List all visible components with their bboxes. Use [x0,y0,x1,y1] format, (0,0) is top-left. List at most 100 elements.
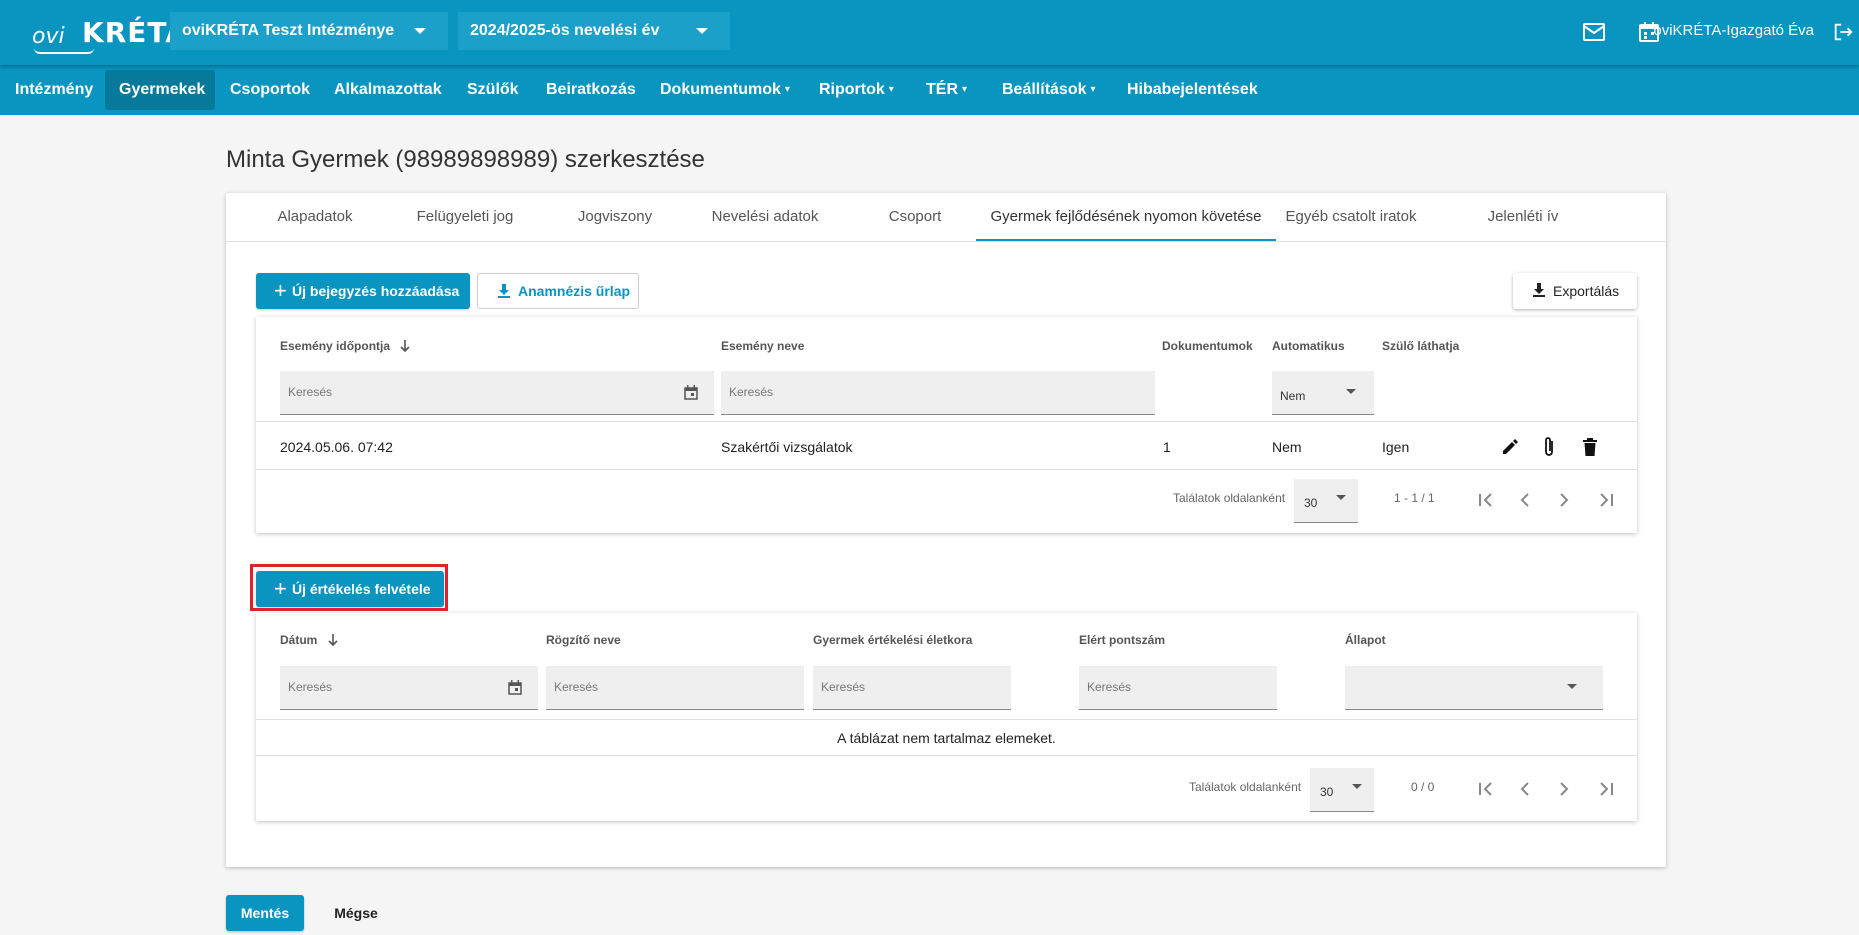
tab-fejlodes[interactable]: Gyermek fejlődésének nyomon követése [976,193,1276,241]
nav-item-beallitasok[interactable]: Beállítások ▾ [988,70,1110,110]
paperclip-icon[interactable] [1542,435,1556,459]
anamnesis-form-button[interactable]: Anamnézis űrlap [477,273,639,309]
logout-icon[interactable] [1832,20,1854,44]
events-grid: Esemény időpontja Esemény neve Dokumentu… [256,317,1637,533]
nav-item-hibabejelentesek[interactable]: Hibabejelentések [1113,70,1272,110]
page-size-label: Találatok oldalanként [1173,491,1286,505]
user-name[interactable]: oviKRÉTA-Igazgató Éva [1653,22,1814,39]
nav-label: Gyermekek [119,81,206,98]
tab-felugyeleti-jog[interactable]: Felügyeleti jog [390,193,540,241]
col-eval-date[interactable]: Dátum [280,633,339,647]
nav-label: Beállítások [1002,81,1087,98]
row-automatic: Nem [1272,439,1302,455]
page-size-value: 30 [1320,785,1334,799]
filter-value: Nem [1280,389,1306,403]
col-score[interactable]: Elért pontszám [1079,633,1165,647]
tab-jelenleti-iv[interactable]: Jelenléti ív [1448,193,1598,241]
anamnesis-label: Anamnézis űrlap [518,283,631,299]
col-parent-visible[interactable]: Szülő láthatja [1382,339,1459,353]
arrow-down-icon [328,634,338,647]
school-year-select[interactable]: 2024/2025-ös nevelési év [458,12,730,50]
col-label: Dátum [280,633,318,647]
score-filter[interactable]: Keresés [1079,666,1277,710]
last-page-icon[interactable] [1596,493,1614,507]
nav-label: Riportok [819,81,885,98]
event-date-filter[interactable]: Keresés [280,371,714,415]
nav-item-riportok[interactable]: Riportok ▾ [805,70,908,110]
filter-placeholder: Keresés [729,385,774,399]
download-icon [1533,283,1545,297]
eval-date-filter[interactable]: Keresés [280,666,538,710]
last-page-icon[interactable] [1596,782,1614,796]
divider [256,469,1637,470]
mail-icon[interactable] [1582,20,1606,44]
evaluations-grid: Dátum Rögzítő neve Gyermek értékelési él… [256,613,1637,821]
nav-label: Dokumentumok [660,81,781,98]
col-recorder[interactable]: Rögzítő neve [546,633,621,647]
chevron-down-icon [1346,389,1356,394]
export-label: Exportálás [1553,283,1620,299]
calendar-icon[interactable] [684,385,698,400]
page-size-value: 30 [1304,496,1318,510]
logo-swoosh [34,48,94,54]
cancel-button[interactable]: Mégse [318,895,394,931]
tab-csoport[interactable]: Csoport [840,193,990,241]
nav-label: Beiratkozás [546,81,636,98]
first-page-icon[interactable] [1478,782,1496,796]
nav-item-beiratkozas[interactable]: Beiratkozás [532,70,650,110]
trash-icon[interactable] [1582,437,1598,457]
highlight-box [250,564,448,611]
chevron-down-icon: ▾ [784,84,790,95]
nav-item-ter[interactable]: TÉR ▾ [912,70,981,110]
col-child-age[interactable]: Gyermek értékelési életkora [813,633,972,647]
first-page-icon[interactable] [1478,493,1496,507]
edit-icon[interactable] [1500,437,1520,457]
page-size-label: Találatok oldalanként [1189,780,1302,794]
institution-select[interactable]: oviKRÉTA Teszt Intézménye [170,12,448,50]
prev-page-icon[interactable] [1519,782,1531,796]
prev-page-icon[interactable] [1519,493,1531,507]
app-logo[interactable]: ovi KRÉTA [32,14,187,54]
add-entry-button[interactable]: + Új bejegyzés hozzáadása [256,273,470,309]
nav-item-gyermekek[interactable]: Gyermekek [105,70,215,110]
calendar-icon[interactable] [508,680,522,695]
tab-nevelesi-adatok[interactable]: Nevelési adatok [690,193,840,241]
export-button[interactable]: Exportálás [1513,273,1637,309]
save-button[interactable]: Mentés [226,895,304,931]
nav-item-alkalmazottak[interactable]: Alkalmazottak [320,70,456,110]
top-bar: ovi KRÉTA oviKRÉTA Teszt Intézménye 2024… [0,0,1859,65]
page-size-select[interactable]: 30 [1294,479,1358,523]
chevron-down-icon [1352,784,1362,789]
chevron-down-icon [696,28,708,34]
tab-alapadatok[interactable]: Alapadatok [240,193,390,241]
divider [256,421,1637,422]
divider [256,755,1637,756]
nav-item-csoportok[interactable]: Csoportok [216,70,324,110]
col-label: Esemény időpontja [280,339,391,353]
nav-item-dokumentumok[interactable]: Dokumentumok ▾ [646,70,804,110]
filter-placeholder: Keresés [821,680,866,694]
status-filter-select[interactable] [1345,666,1603,710]
col-status[interactable]: Állapot [1345,633,1386,647]
page-size-select[interactable]: 30 [1310,768,1374,812]
child-age-filter[interactable]: Keresés [813,666,1011,710]
col-automatic[interactable]: Automatikus [1272,339,1345,353]
col-event-date[interactable]: Esemény időpontja [280,339,411,353]
page-title: Minta Gyermek (98989898989) szerkesztése [226,146,705,173]
event-name-filter[interactable]: Keresés [721,371,1155,415]
recorder-filter[interactable]: Keresés [546,666,804,710]
automatic-filter-select[interactable]: Nem [1272,371,1374,415]
filter-placeholder: Keresés [554,680,599,694]
tab-jogviszony[interactable]: Jogviszony [540,193,690,241]
nav-item-intezmeny[interactable]: Intézmény [1,70,107,110]
tab-egyeb-iratok[interactable]: Egyéb csatolt iratok [1276,193,1426,241]
next-page-icon[interactable] [1558,782,1570,796]
col-event-name[interactable]: Esemény neve [721,339,804,353]
chevron-down-icon: ▾ [1090,84,1096,95]
row-date: 2024.05.06. 07:42 [280,439,393,455]
next-page-icon[interactable] [1558,493,1570,507]
main-nav: Intézmény Gyermekek Csoportok Alkalmazot… [0,65,1859,115]
col-documents[interactable]: Dokumentumok [1162,339,1253,353]
nav-label: Intézmény [15,81,94,98]
nav-item-szulok[interactable]: Szülők [453,70,533,110]
